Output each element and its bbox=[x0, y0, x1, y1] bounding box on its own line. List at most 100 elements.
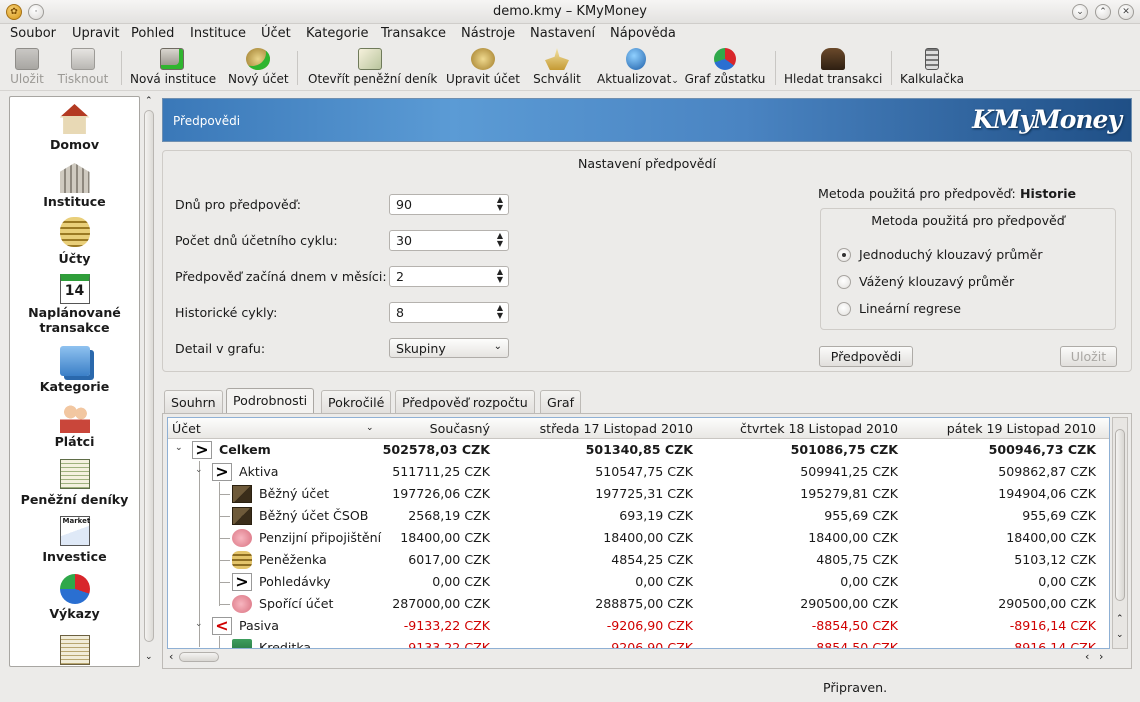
spin-arrows-icon[interactable]: ▲ ▼ bbox=[497, 232, 503, 248]
window-title: demo.kmy – KMyMoney bbox=[493, 4, 647, 19]
table-hscroll-thumb[interactable] bbox=[179, 652, 219, 662]
menu-pohled[interactable]: Pohled bbox=[131, 26, 174, 41]
settings-title: Nastavení předpovědí bbox=[577, 156, 717, 171]
new-institution-button[interactable]: Nová instituce bbox=[130, 47, 216, 89]
menu-upravit[interactable]: Upravit bbox=[72, 26, 119, 41]
sort-indicator-icon[interactable]: ⌄ bbox=[366, 423, 374, 433]
sidebar-item-ledgers[interactable]: Peněžní deníky bbox=[10, 459, 139, 511]
tab-budget-forecast[interactable]: Předpověď rozpočtu bbox=[395, 390, 535, 413]
table-row[interactable]: Běžný účet ČSOB 2568,19 CZK 693,19 CZK 9… bbox=[168, 505, 1109, 527]
tab-advanced[interactable]: Pokročilé bbox=[321, 390, 392, 413]
cycle-spinbox[interactable]: 30 ▲ ▼ bbox=[389, 230, 509, 251]
method-radio-simple[interactable]: Jednoduchý klouzavý průměr bbox=[837, 246, 1107, 264]
column-header-day1[interactable]: středa 17 Listopad 2010 bbox=[508, 421, 693, 436]
sidebar-item-reports[interactable]: Výkazy bbox=[10, 574, 139, 626]
toolbar-separator bbox=[297, 51, 298, 85]
minimize-icon[interactable]: ⌄ bbox=[1072, 4, 1088, 20]
scroll-right-icon[interactable]: › bbox=[1099, 650, 1103, 663]
forecast-button[interactable]: Předpovědi bbox=[819, 346, 913, 367]
sidebar-item-more[interactable] bbox=[10, 635, 139, 665]
find-transaction-button[interactable]: Hledat transakci bbox=[784, 47, 882, 89]
table-row[interactable]: Peněženka 6017,00 CZK 4854,25 CZK 4805,7… bbox=[168, 549, 1109, 571]
menu-nastaveni[interactable]: Nastavení bbox=[530, 26, 595, 41]
home-icon bbox=[59, 104, 90, 134]
sidebar-item-home[interactable]: Domov bbox=[10, 104, 139, 156]
table-vscroll-thumb[interactable] bbox=[1115, 429, 1125, 601]
radio-checked-icon[interactable] bbox=[837, 248, 851, 262]
new-account-button[interactable]: Nový účet bbox=[228, 47, 289, 89]
scroll-up-icon[interactable]: ⌃ bbox=[145, 96, 153, 106]
scroll-left-icon[interactable]: ‹ bbox=[169, 650, 173, 663]
menu-transakce[interactable]: Transakce bbox=[381, 26, 446, 41]
column-header-account[interactable]: Účet bbox=[172, 421, 201, 436]
spin-arrows-icon[interactable]: ▲ ▼ bbox=[497, 304, 503, 320]
menu-kategorie[interactable]: Kategorie bbox=[306, 26, 369, 41]
collapse-icon[interactable]: ⌄ bbox=[195, 465, 203, 475]
menu-nastroje[interactable]: Nástroje bbox=[461, 26, 515, 41]
menu-instituce[interactable]: Instituce bbox=[190, 26, 246, 41]
edit-account-button[interactable]: Upravit účet bbox=[446, 47, 520, 89]
status-bar-text: Připraven. bbox=[823, 680, 888, 695]
sidebar-item-categories[interactable]: Kategorie bbox=[10, 346, 139, 398]
save-button[interactable]: Uložit bbox=[6, 47, 48, 89]
table-row[interactable]: > Pohledávky 0,00 CZK 0,00 CZK 0,00 CZK … bbox=[168, 571, 1109, 593]
column-header-day2[interactable]: čtvrtek 18 Listopad 2010 bbox=[708, 421, 898, 436]
sidebar-item-investments[interactable]: Market Investice bbox=[10, 516, 139, 568]
kmymoney-logo: KMyMoney bbox=[972, 105, 1122, 134]
sidebar-item-accounts[interactable]: Účty bbox=[10, 217, 139, 269]
scroll-down-icon[interactable]: ⌄ bbox=[1116, 630, 1124, 640]
tab-summary[interactable]: Souhrn bbox=[164, 390, 223, 413]
start-day-spinbox[interactable]: 2 ▲ ▼ bbox=[389, 266, 509, 287]
collapse-icon[interactable]: ⌄ bbox=[175, 443, 183, 453]
column-header-day3[interactable]: pátek 19 Listopad 2010 bbox=[913, 421, 1096, 436]
method-radio-weighted[interactable]: Vážený klouzavý průměr bbox=[837, 273, 1107, 291]
column-header-current[interactable]: Současný bbox=[428, 421, 490, 436]
method-radio-linear[interactable]: Lineární regrese bbox=[837, 300, 1107, 318]
scroll-up-icon[interactable]: ⌃ bbox=[1116, 614, 1124, 624]
radio-unchecked-icon[interactable] bbox=[837, 302, 851, 316]
radio-unchecked-icon[interactable] bbox=[837, 275, 851, 289]
tab-details[interactable]: Podrobnosti bbox=[226, 388, 315, 415]
days-spinbox[interactable]: 90 ▲ ▼ bbox=[389, 194, 509, 215]
calculator-button[interactable]: Kalkulačka bbox=[900, 47, 964, 89]
table-row[interactable]: Kreditka -9133,22 CZK -9206,90 CZK -8854… bbox=[168, 637, 1109, 648]
sidebar-item-payees[interactable]: Plátci bbox=[10, 403, 139, 455]
reconcile-button[interactable]: Schválit bbox=[532, 47, 582, 89]
spin-arrows-icon[interactable]: ▲ ▼ bbox=[497, 268, 503, 284]
table-row[interactable]: Penzijní připojištění 18400,00 CZK 18400… bbox=[168, 527, 1109, 549]
table-row[interactable]: ⌄ < Pasiva -9133,22 CZK -9206,90 CZK -88… bbox=[168, 615, 1109, 637]
scroll-left-icon[interactable]: ‹ bbox=[1085, 650, 1089, 663]
update-globe-icon bbox=[626, 48, 646, 70]
spin-arrows-icon[interactable]: ▲ ▼ bbox=[497, 196, 503, 212]
balance-chart-button[interactable]: Graf zůstatku bbox=[684, 47, 766, 89]
table-row[interactable]: ⌄ > Celkem 502578,03 CZK 501340,85 CZK 5… bbox=[168, 439, 1109, 461]
tab-chart[interactable]: Graf bbox=[540, 390, 582, 413]
table-row[interactable]: ⌄ > Aktiva 511711,25 CZK 510547,75 CZK 5… bbox=[168, 461, 1109, 483]
chart-detail-select[interactable]: Skupiny ⌄ bbox=[389, 338, 509, 358]
history-cycles-spinbox[interactable]: 8 ▲ ▼ bbox=[389, 302, 509, 323]
sidebar-item-institutions[interactable]: Instituce bbox=[10, 163, 139, 215]
sidebar-scroll-thumb[interactable] bbox=[144, 110, 154, 642]
update-button[interactable]: Aktualizovat⌄ bbox=[597, 47, 679, 89]
table-vertical-scrollbar[interactable]: ⌃ ⌄ bbox=[1112, 417, 1128, 649]
maximize-icon[interactable]: ⌃ bbox=[1095, 4, 1111, 20]
sidebar-scrollbar[interactable]: ⌃ ⌄ bbox=[142, 96, 156, 667]
scroll-down-icon[interactable]: ⌄ bbox=[145, 652, 153, 662]
table-row[interactable]: Běžný účet 197726,06 CZK 197725,31 CZK 1… bbox=[168, 483, 1109, 505]
categories-folder-icon bbox=[59, 346, 90, 376]
menu-soubor[interactable]: Soubor bbox=[10, 26, 56, 41]
table-row[interactable]: Spořící účet 287000,00 CZK 288875,00 CZK… bbox=[168, 593, 1109, 615]
forecast-table[interactable]: Účet ⌄ Současný středa 17 Listopad 2010 … bbox=[167, 417, 1110, 649]
greater-than-icon: > bbox=[232, 573, 252, 591]
close-icon[interactable]: ✕ bbox=[1118, 4, 1134, 20]
save-settings-button[interactable]: Uložit bbox=[1060, 346, 1117, 367]
days-label: Dnů pro předpověď: bbox=[175, 197, 302, 212]
print-button[interactable]: Tisknout bbox=[55, 47, 111, 89]
collapse-icon[interactable]: ⌄ bbox=[195, 619, 203, 629]
menu-ucet[interactable]: Účet bbox=[261, 26, 291, 41]
open-ledger-button[interactable]: Otevřít peněžní deník bbox=[308, 47, 437, 89]
sidebar-item-scheduled[interactable]: 14 Naplánované transakce bbox=[10, 274, 139, 340]
print-icon bbox=[71, 48, 95, 70]
table-horizontal-scrollbar[interactable]: ‹ ‹ › bbox=[167, 650, 1110, 664]
menu-napoveda[interactable]: Nápověda bbox=[610, 26, 676, 41]
